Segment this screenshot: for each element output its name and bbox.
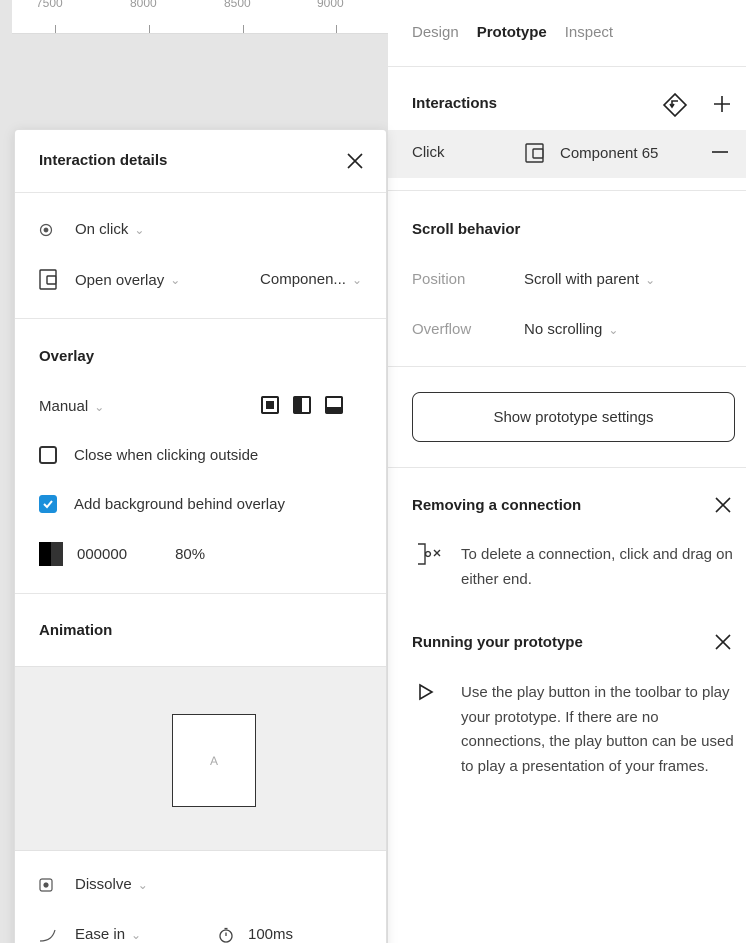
trigger-dropdown[interactable]: On click ⌄ — [39, 221, 144, 238]
show-prototype-settings-button[interactable]: Show prototype settings — [412, 392, 735, 442]
chevron-down-icon: ⌄ — [170, 273, 181, 287]
easing-dropdown[interactable]: Ease in ⌄ — [39, 926, 141, 943]
tip-text: Use the play button in the toolbar to pl… — [461, 684, 734, 775]
align-left-half-icon[interactable] — [293, 396, 311, 414]
panel-title: Interaction details — [39, 152, 168, 169]
easing-value: Ease in — [75, 926, 126, 943]
add-interaction-button[interactable] — [710, 92, 734, 116]
background-color-row[interactable]: 000000 80% — [39, 542, 205, 566]
overflow-value: No scrolling — [524, 321, 603, 338]
interactions-heading: Interactions — [412, 95, 498, 112]
chevron-down-icon: ⌄ — [645, 272, 656, 287]
overflow-label: Overflow — [412, 321, 472, 338]
close-icon[interactable] — [344, 150, 366, 172]
horizontal-ruler: 7500 8000 8500 9000 — [12, 0, 388, 34]
remove-connection-icon — [416, 540, 442, 566]
divider — [388, 190, 746, 191]
tip-title: Running your prototype — [412, 634, 583, 651]
overlay-action-icon — [39, 269, 57, 290]
duration-value: 100ms — [248, 926, 294, 943]
interaction-target[interactable]: Component 65 — [524, 142, 658, 164]
remove-interaction-button[interactable] — [708, 140, 732, 164]
flow-starting-point-icon[interactable] — [660, 90, 690, 120]
tab-design[interactable]: Design — [412, 24, 459, 41]
scroll-behavior-heading: Scroll behavior — [412, 221, 521, 238]
tip-title: Removing a connection — [412, 497, 582, 514]
interaction-trigger: Click — [412, 144, 445, 161]
overlay-heading: Overlay — [39, 348, 95, 365]
interaction-row[interactable]: Click Component 65 — [388, 130, 746, 178]
ruler-label: 8500 — [224, 0, 251, 10]
background-overlay-checkbox[interactable]: Add background behind overlay — [39, 495, 285, 513]
duration-input[interactable]: 100ms — [218, 926, 293, 943]
interaction-target-label: Component 65 — [560, 144, 659, 162]
animation-type-value: Dissolve — [75, 876, 132, 893]
position-label: Position — [412, 271, 466, 288]
play-icon — [416, 682, 442, 708]
target-icon — [39, 223, 53, 236]
ruler-label: 7500 — [36, 0, 63, 10]
ruler-tick — [55, 25, 56, 33]
destination-value: Componen... — [260, 271, 346, 288]
position-dropdown[interactable]: Scroll with parent ⌄ — [524, 271, 655, 288]
divider — [388, 66, 746, 67]
background-overlay-label: Add background behind overlay — [74, 495, 285, 513]
timer-icon — [219, 927, 233, 943]
animation-heading: Animation — [39, 622, 113, 639]
chevron-down-icon: ⌄ — [94, 399, 105, 414]
overlay-position-dropdown[interactable]: Manual ⌄ — [39, 398, 104, 415]
ruler-tick — [149, 25, 150, 33]
close-outside-checkbox[interactable]: Close when clicking outside — [39, 446, 258, 464]
properties-panel: Design Prototype Inspect Interactions Cl… — [388, 0, 746, 943]
animation-type-dropdown[interactable]: Dissolve ⌄ — [39, 876, 148, 893]
chevron-down-icon: ⌄ — [137, 877, 148, 892]
ruler-tick — [243, 25, 244, 33]
action-dropdown[interactable]: Open overlay ⌄ — [39, 269, 180, 291]
tip-text: To delete a connection, click and drag o… — [461, 546, 733, 588]
easing-curve-icon — [39, 929, 56, 942]
divider — [15, 593, 386, 594]
align-center-icon[interactable] — [261, 396, 279, 414]
overlay-position-value: Manual — [39, 398, 89, 415]
opacity-input[interactable]: 80% — [175, 546, 205, 563]
preview-frame: A — [172, 714, 256, 807]
tab-prototype[interactable]: Prototype — [477, 24, 547, 41]
overflow-dropdown[interactable]: No scrolling ⌄ — [524, 321, 618, 338]
close-icon[interactable] — [712, 494, 734, 516]
action-value: Open overlay — [75, 271, 165, 289]
tab-inspect[interactable]: Inspect — [565, 24, 613, 41]
chevron-down-icon: ⌄ — [351, 272, 362, 287]
dissolve-icon — [39, 877, 53, 892]
ruler-label: 8000 — [130, 0, 157, 10]
divider — [15, 318, 386, 319]
divider — [388, 366, 746, 367]
checkbox-unchecked-icon[interactable] — [39, 446, 57, 464]
overlay-alignment-group — [261, 396, 343, 414]
color-swatch[interactable] — [39, 542, 63, 566]
close-outside-label: Close when clicking outside — [74, 446, 259, 464]
panel-tabs: Design Prototype Inspect — [412, 24, 631, 41]
interaction-details-panel: Interaction details On click ⌄ Open over… — [14, 129, 387, 943]
divider — [388, 467, 746, 468]
position-value: Scroll with parent — [524, 271, 640, 288]
chevron-down-icon: ⌄ — [134, 222, 145, 237]
divider — [15, 192, 386, 193]
ruler-tick — [336, 25, 337, 33]
chevron-down-icon: ⌄ — [608, 322, 619, 337]
preview-frame-label: A — [209, 753, 218, 768]
checkbox-checked-icon[interactable] — [39, 495, 57, 513]
ruler-label: 9000 — [317, 0, 344, 10]
trigger-value: On click — [75, 221, 129, 238]
color-hex-input[interactable]: 000000 — [77, 546, 127, 563]
align-bottom-half-icon[interactable] — [325, 396, 343, 414]
component-instance-icon — [525, 143, 544, 163]
close-icon[interactable] — [712, 631, 734, 653]
chevron-down-icon: ⌄ — [131, 927, 142, 942]
animation-preview: A — [15, 666, 386, 851]
destination-dropdown[interactable]: Componen... ⌄ — [260, 271, 362, 288]
